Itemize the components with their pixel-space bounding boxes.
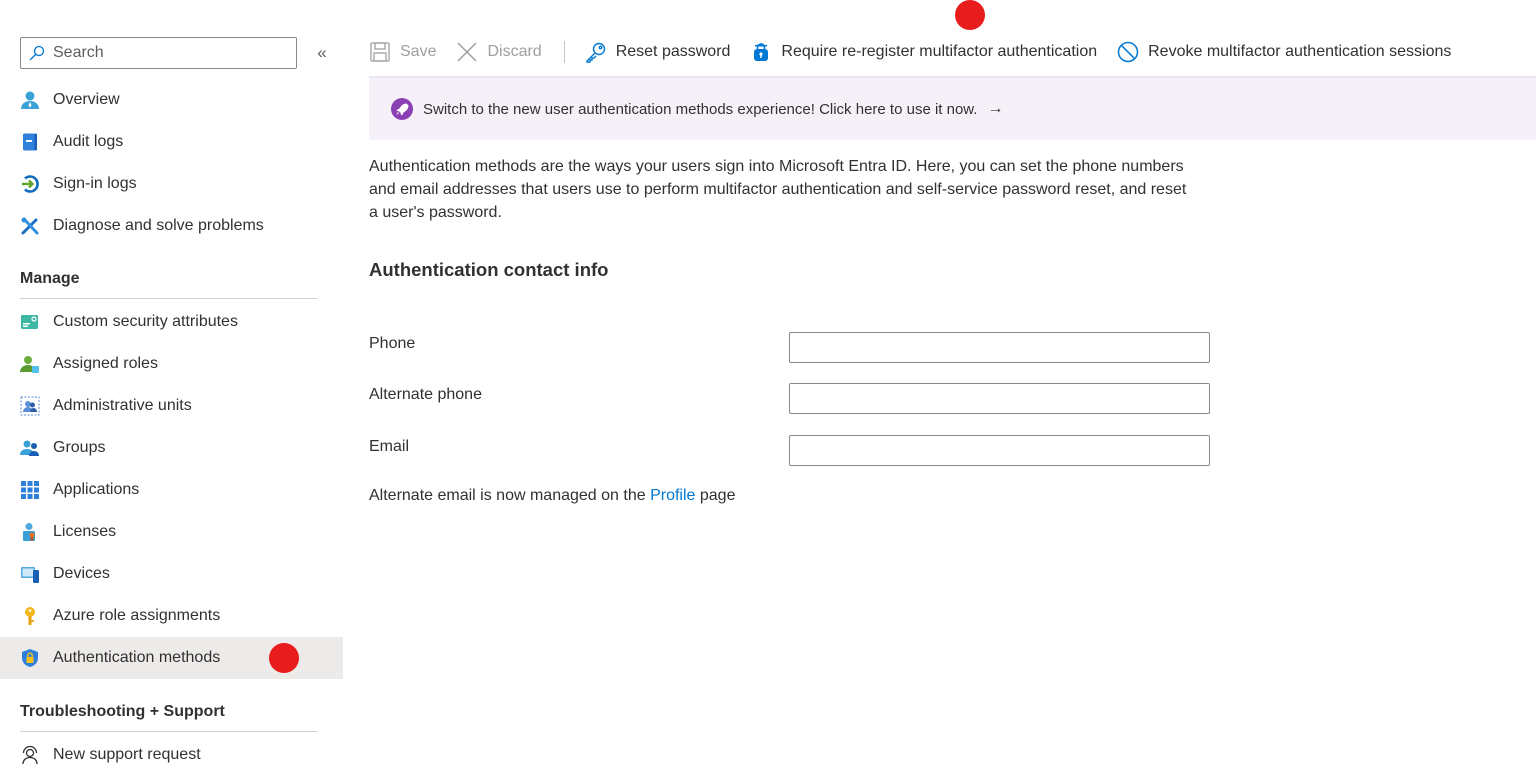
user-role-icon — [20, 354, 40, 374]
phone-input[interactable] — [789, 332, 1210, 363]
overview-user-icon — [20, 90, 40, 110]
sidebar-item-groups[interactable]: Groups — [0, 427, 343, 469]
sidebar-search[interactable] — [20, 37, 297, 69]
sidebar-item-label: Devices — [53, 565, 110, 582]
profile-link[interactable]: Profile — [650, 487, 695, 504]
phone-label: Phone — [369, 335, 416, 352]
new-experience-banner[interactable]: Switch to the new user authentication me… — [369, 76, 1536, 140]
support-person-icon — [20, 745, 40, 765]
note-suffix: page — [695, 487, 736, 504]
alternate-phone-input[interactable] — [789, 383, 1210, 414]
search-icon — [29, 45, 45, 61]
shield-lock-icon — [20, 648, 40, 668]
toolbar-divider — [563, 41, 565, 63]
key-icon — [586, 42, 605, 63]
applications-grid-icon — [20, 480, 40, 500]
revoke-mfa-sessions-button[interactable]: Revoke multifactor authentication sessio… — [1117, 30, 1451, 74]
sidebar-item-devices[interactable]: Devices — [0, 553, 343, 595]
sidebar-item-label: Diagnose and solve problems — [53, 217, 264, 234]
sidebar-item-new-support-request[interactable]: New support request — [0, 734, 343, 776]
sidebar-item-label: Licenses — [53, 523, 117, 540]
devices-icon — [20, 564, 40, 584]
section-header-manage: Manage — [20, 270, 317, 299]
require-reregister-mfa-button[interactable]: Require re-register multifactor authenti… — [750, 30, 1097, 74]
sidebar-item-custom-security-attributes[interactable]: Custom security attributes — [0, 301, 343, 343]
save-icon — [370, 42, 390, 62]
block-icon — [1117, 41, 1139, 63]
close-icon — [457, 42, 477, 62]
banner-text: Switch to the new user authentication me… — [423, 100, 978, 118]
admin-units-icon — [20, 396, 40, 416]
email-input[interactable] — [789, 435, 1210, 466]
arrow-right-icon: → — [987, 100, 1004, 117]
audit-log-book-icon — [20, 132, 40, 152]
red-marker-dot — [269, 643, 299, 673]
key-icon — [20, 606, 40, 626]
search-input[interactable] — [53, 44, 283, 62]
sidebar-item-applications[interactable]: Applications — [0, 469, 343, 511]
sidebar-item-sign-in-logs[interactable]: Sign-in logs — [0, 163, 343, 205]
command-bar: Save Discard Reset password Require re-r… — [369, 30, 1451, 74]
sidebar-item-diagnose[interactable]: Diagnose and solve problems — [0, 205, 343, 247]
security-attributes-card-icon — [20, 312, 40, 332]
sidebar-item-administrative-units[interactable]: Administrative units — [0, 385, 343, 427]
page-description: Authentication methods are the ways your… — [369, 158, 1187, 221]
section-header-troubleshooting-support: Troubleshooting + Support — [20, 703, 317, 732]
note-prefix: Alternate email is now managed on the — [369, 487, 651, 504]
sign-in-arrow-icon — [20, 174, 40, 194]
shield-lock-icon — [754, 43, 769, 61]
section-title: Authentication contact info — [369, 259, 609, 280]
alternate-phone-label: Alternate phone — [369, 386, 482, 403]
save-label: Save — [400, 43, 437, 60]
discard-label: Discard — [487, 43, 542, 60]
discard-button[interactable]: Discard — [456, 30, 542, 74]
groups-icon — [20, 438, 40, 458]
email-label: Email — [369, 438, 410, 455]
sidebar-item-label: Assigned roles — [53, 355, 158, 372]
sidebar-item-label: Groups — [53, 439, 106, 456]
app-root: « Overview Audit logs Sign-in logs Diagn… — [0, 0, 1536, 782]
sidebar-item-azure-role-assignments[interactable]: Azure role assignments — [0, 595, 343, 637]
save-button[interactable]: Save — [369, 30, 436, 74]
license-user-icon — [20, 522, 40, 542]
sidebar-item-label: New support request — [53, 746, 201, 763]
sidebar-item-audit-logs[interactable]: Audit logs — [0, 121, 343, 163]
rocket-icon — [391, 98, 413, 120]
sidebar-item-assigned-roles[interactable]: Assigned roles — [0, 343, 343, 385]
alternate-email-note: Alternate email is now managed on the Pr… — [369, 487, 735, 505]
sidebar-item-label: Custom security attributes — [53, 313, 238, 330]
wrench-screwdriver-icon — [20, 216, 40, 236]
sidebar-item-label: Azure role assignments — [53, 607, 221, 624]
sidebar-item-label: Administrative units — [53, 397, 192, 414]
red-marker-dot — [955, 0, 985, 30]
sidebar-item-label: Authentication methods — [53, 649, 221, 666]
sidebar-item-overview[interactable]: Overview — [0, 79, 343, 121]
collapse-sidebar-button[interactable]: « — [312, 42, 332, 64]
require-reregister-mfa-label: Require re-register multifactor authenti… — [781, 43, 1098, 60]
sidebar-item-label: Overview — [53, 91, 120, 108]
sidebar-item-label: Applications — [53, 481, 140, 498]
sidebar-item-licenses[interactable]: Licenses — [0, 511, 343, 553]
revoke-mfa-sessions-label: Revoke multifactor authentication sessio… — [1148, 43, 1452, 60]
reset-password-label: Reset password — [615, 43, 731, 60]
reset-password-button[interactable]: Reset password — [585, 30, 731, 74]
sidebar-item-label: Audit logs — [53, 133, 124, 150]
sidebar-item-label: Sign-in logs — [53, 175, 137, 192]
